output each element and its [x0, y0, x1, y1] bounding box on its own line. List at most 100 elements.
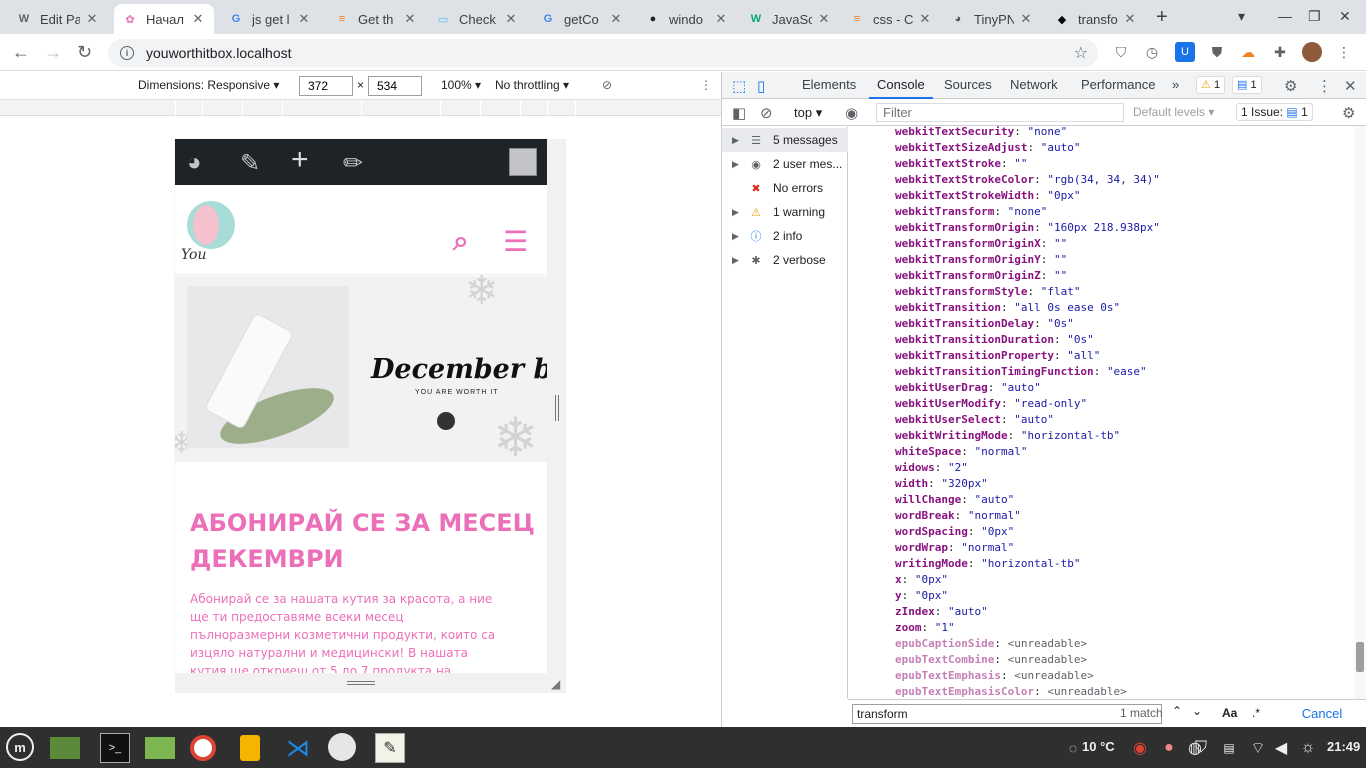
log-levels-select[interactable]: Default levels ▾ [1133, 105, 1214, 119]
property-row[interactable]: webkitTransition: "all 0s ease 0s" [895, 300, 1120, 316]
edit-pencil-icon[interactable]: ✏ [343, 149, 363, 178]
property-row[interactable]: webkitTextStrokeWidth: "0px" [895, 188, 1080, 204]
property-row[interactable]: webkitUserModify: "read-only" [895, 396, 1087, 412]
close-tab-icon[interactable]: ✕ [1122, 11, 1138, 27]
more-tabs-icon[interactable]: » [1172, 77, 1179, 92]
property-row[interactable]: webkitTransform: "none" [895, 204, 1047, 220]
property-row[interactable]: willChange: "auto" [895, 492, 1014, 508]
close-tab-icon[interactable]: ✕ [608, 11, 624, 27]
browser-menu-icon[interactable]: ⋮ [1334, 42, 1354, 62]
browser-tab[interactable]: W JavaSc ✕ [740, 4, 840, 34]
scroll-thumb[interactable] [1356, 642, 1364, 672]
property-row[interactable]: webkitTransformOriginZ: "" [895, 268, 1067, 284]
new-tab-icon[interactable]: + [1156, 6, 1168, 29]
property-row[interactable]: webkitTransformOriginX: "" [895, 236, 1067, 252]
restore-icon[interactable]: ❐ [1308, 8, 1321, 25]
keyboard-layout-icon[interactable]: ▤ [1214, 733, 1244, 763]
property-row[interactable]: webkitTransitionDuration: "0s" [895, 332, 1094, 348]
vscode-icon[interactable]: ⋊ [283, 733, 313, 763]
clock-extension-icon[interactable]: ◷ [1142, 42, 1162, 62]
site-info-icon[interactable]: i [120, 46, 134, 60]
search-input[interactable]: transform [852, 704, 1162, 724]
property-row[interactable]: whiteSpace: "normal" [895, 444, 1027, 460]
browser-tab[interactable]: ▭ Check ✕ [427, 4, 527, 34]
brightness-icon[interactable]: ☼ [1293, 733, 1323, 763]
close-devtools-icon[interactable]: ✕ [1344, 77, 1357, 95]
rotate-icon[interactable]: ⊘ [602, 78, 612, 92]
close-tab-icon[interactable]: ✕ [190, 11, 206, 27]
clear-console-icon[interactable]: ⊘ [760, 104, 773, 122]
tab-sources[interactable]: Sources [944, 77, 992, 92]
site-logo[interactable] [187, 201, 235, 249]
property-row[interactable]: zIndex: "auto" [895, 604, 988, 620]
devtools-menu-icon[interactable]: ⋮ [1317, 77, 1332, 95]
property-row[interactable]: webkitTransformOrigin: "160px 218.938px" [895, 220, 1160, 236]
browser-tab[interactable]: ✿ Начал ✕ [114, 4, 214, 34]
property-row[interactable]: epubCaptionSide: <unreadable> [895, 636, 1087, 652]
property-row[interactable]: webkitTransitionProperty: "all" [895, 348, 1100, 364]
property-row[interactable]: webkitTextStrokeColor: "rgb(34, 34, 34)" [895, 172, 1160, 188]
sidebar-item[interactable]: ▶ ☰ 5 messages [722, 128, 848, 152]
property-row[interactable]: webkitUserDrag: "auto" [895, 380, 1041, 396]
property-row[interactable]: webkitTextSecurity: "none" [895, 126, 1067, 140]
resize-handle-corner[interactable]: ◢ [551, 677, 560, 691]
sidebar-toggle-icon[interactable]: ◧ [732, 104, 746, 122]
expand-arrow-icon[interactable]: ▶ [732, 231, 746, 242]
temperature[interactable]: 10 °C [1082, 739, 1115, 754]
search-cancel-button[interactable]: Cancel [1290, 705, 1354, 725]
close-tab-icon[interactable]: ✕ [713, 11, 729, 27]
width-input[interactable] [299, 76, 353, 96]
property-row[interactable]: wordBreak: "normal" [895, 508, 1021, 524]
bitwarden-icon[interactable]: U [1175, 42, 1195, 62]
media-query-ruler[interactable] [0, 100, 722, 116]
cloudflare-icon[interactable]: ☁ [1238, 42, 1258, 62]
text-editor-icon[interactable]: ✎ [375, 733, 405, 763]
resize-handle-bottom[interactable] [347, 681, 375, 685]
property-row[interactable]: epubTextEmphasisColor: <unreadable> [895, 684, 1127, 699]
forward-icon[interactable]: → [44, 42, 62, 63]
extensions-puzzle-icon[interactable]: ✚ [1270, 42, 1290, 62]
browser-tab[interactable]: ◕ TinyPN ✕ [942, 4, 1042, 34]
admin-avatar[interactable] [509, 148, 537, 176]
tray-shield-icon[interactable]: ⛉ [1186, 733, 1216, 763]
property-row[interactable]: webkitTransitionDelay: "0s" [895, 316, 1074, 332]
property-row[interactable]: epubTextEmphasis: <unreadable> [895, 668, 1094, 684]
keep-icon[interactable] [240, 735, 260, 761]
property-row[interactable]: x: "0px" [895, 572, 948, 588]
back-icon[interactable]: ← [12, 42, 30, 63]
property-row[interactable]: wordSpacing: "0px" [895, 524, 1014, 540]
browser-tab[interactable]: ≡ css - Cl ✕ [841, 4, 941, 34]
sidebar-item[interactable]: ✖ No errors [722, 176, 848, 200]
clock[interactable]: 21:49 [1327, 739, 1360, 754]
console-settings-icon[interactable]: ⚙ [1342, 104, 1355, 122]
search-icon[interactable]: ⌕ [453, 225, 469, 258]
expand-arrow-icon[interactable]: ▶ [732, 207, 746, 218]
property-row[interactable]: epubTextCombine: <unreadable> [895, 652, 1087, 668]
close-tab-icon[interactable]: ✕ [84, 11, 100, 27]
files-icon[interactable] [145, 737, 175, 759]
close-tab-icon[interactable]: ✕ [816, 11, 832, 27]
expand-arrow-icon[interactable]: ▶ [732, 135, 746, 146]
property-row[interactable]: width: "320px" [895, 476, 988, 492]
context-select[interactable]: top ▾ [794, 105, 822, 121]
close-tab-icon[interactable]: ✕ [402, 11, 418, 27]
chrome-taskbar-icon[interactable] [190, 735, 216, 761]
browser-tab[interactable]: W Edit Pa ✕ [8, 4, 108, 34]
expand-arrow-icon[interactable]: ▶ [732, 255, 746, 266]
address-bar[interactable]: i youworthitbox.localhost ☆ [108, 39, 1098, 67]
property-row[interactable]: webkitTransitionTimingFunction: "ease" [895, 364, 1147, 380]
property-row[interactable]: wordWrap: "normal" [895, 540, 1014, 556]
close-window-icon[interactable]: ✕ [1339, 8, 1351, 25]
browser-tab[interactable]: GgetCo ✕ [532, 4, 632, 34]
device-toggle-icon[interactable]: ▯ [757, 77, 765, 95]
height-input[interactable] [368, 76, 422, 96]
settings-gear-icon[interactable]: ⚙ [1284, 77, 1297, 95]
new-content-icon[interactable]: + [291, 143, 309, 177]
minimize-icon[interactable]: — [1278, 8, 1292, 24]
resize-handle-right[interactable] [555, 395, 559, 421]
tab-network[interactable]: Network [1010, 77, 1058, 92]
dashboard-icon[interactable]: ◕ [187, 149, 202, 177]
terminal-icon[interactable]: >_ [100, 733, 130, 763]
property-row[interactable]: webkitTransformStyle: "flat" [895, 284, 1080, 300]
search-prev-icon[interactable]: ⌃ [1172, 704, 1182, 718]
